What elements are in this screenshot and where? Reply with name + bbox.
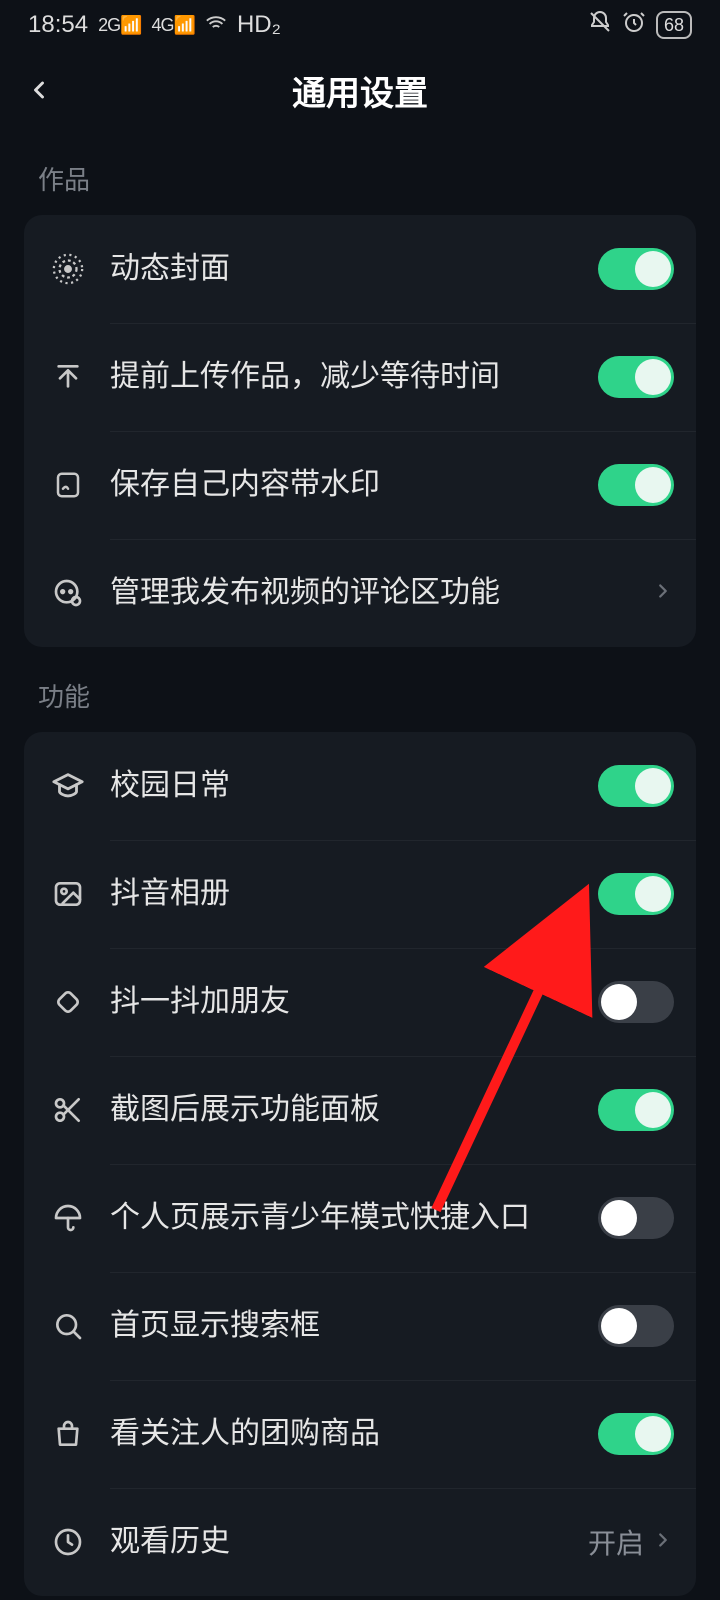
- row-watermark[interactable]: 保存自己内容带水印: [24, 431, 696, 539]
- row-label: 管理我发布视频的评论区功能: [90, 573, 652, 614]
- row-label: 提前上传作品，减少等待时间: [90, 357, 598, 398]
- target-icon: [46, 252, 90, 286]
- row-label: 首页显示搜索框: [90, 1306, 598, 1347]
- header: 通用设置: [0, 50, 720, 130]
- signal-2: 4G📶: [152, 15, 195, 36]
- battery-indicator: 68: [656, 11, 692, 39]
- row-label: 保存自己内容带水印: [90, 465, 598, 506]
- toggle-watermark[interactable]: [598, 464, 674, 506]
- wifi-icon: [205, 12, 227, 39]
- toggle-shake-friend[interactable]: [598, 981, 674, 1023]
- toggle-home-search[interactable]: [598, 1305, 674, 1347]
- toggle-douyin-album[interactable]: [598, 873, 674, 915]
- chevron-right-icon: [652, 580, 674, 607]
- mute-icon: [588, 10, 612, 41]
- row-shake-friend[interactable]: 抖一抖加朋友: [24, 948, 696, 1056]
- toggle-campus-daily[interactable]: [598, 765, 674, 807]
- umbrella-icon: [46, 1202, 90, 1234]
- row-campus-daily[interactable]: 校园日常: [24, 732, 696, 840]
- row-label: 看关注人的团购商品: [90, 1414, 598, 1455]
- photo-icon: [46, 470, 90, 500]
- signal-1: 2G📶: [98, 15, 141, 36]
- row-watch-history[interactable]: 观看历史 开启: [24, 1488, 696, 1596]
- bag-icon: [46, 1418, 90, 1450]
- row-label: 抖音相册: [90, 874, 598, 915]
- scissors-icon: [46, 1094, 90, 1126]
- row-group-buy[interactable]: 看关注人的团购商品: [24, 1380, 696, 1488]
- back-button[interactable]: [14, 65, 64, 115]
- hd-indicator: HD₂: [237, 11, 281, 39]
- toggle-group-buy[interactable]: [598, 1413, 674, 1455]
- upload-icon: [46, 361, 90, 393]
- toggle-screenshot-panel[interactable]: [598, 1089, 674, 1131]
- status-time: 18:54: [28, 11, 88, 39]
- rotate-icon: [46, 986, 90, 1018]
- section-title-features: 功能: [0, 647, 720, 732]
- row-dynamic-cover[interactable]: 动态封面: [24, 215, 696, 323]
- row-preupload[interactable]: 提前上传作品，减少等待时间: [24, 323, 696, 431]
- row-douyin-album[interactable]: 抖音相册: [24, 840, 696, 948]
- toggle-dynamic-cover[interactable]: [598, 248, 674, 290]
- status-bar: 18:54 2G📶 4G📶 HD₂ 68: [0, 0, 720, 50]
- row-home-search[interactable]: 首页显示搜索框: [24, 1272, 696, 1380]
- section-card-works: 动态封面 提前上传作品，减少等待时间 保存自己内容带水印 管理我发布视频的评论区…: [24, 215, 696, 647]
- section-card-features: 校园日常 抖音相册 抖一抖加朋友 截图后展示功能面板 个人页展示青少年模式快捷入…: [24, 732, 696, 1596]
- page-title: 通用设置: [0, 66, 720, 115]
- comment-gear-icon: [46, 577, 90, 609]
- row-label: 校园日常: [90, 766, 598, 807]
- toggle-teen-mode-shortcut[interactable]: [598, 1197, 674, 1239]
- toggle-preupload[interactable]: [598, 356, 674, 398]
- row-value: 开启: [588, 1522, 652, 1562]
- row-label: 抖一抖加朋友: [90, 982, 598, 1023]
- row-label: 个人页展示青少年模式快捷入口: [90, 1198, 598, 1239]
- row-screenshot-panel[interactable]: 截图后展示功能面板: [24, 1056, 696, 1164]
- image-icon: [46, 878, 90, 910]
- section-title-works: 作品: [0, 130, 720, 215]
- alarm-icon: [622, 10, 646, 41]
- search-icon: [46, 1310, 90, 1342]
- row-label: 动态封面: [90, 249, 598, 290]
- row-teen-mode-shortcut[interactable]: 个人页展示青少年模式快捷入口: [24, 1164, 696, 1272]
- row-label: 截图后展示功能面板: [90, 1090, 598, 1131]
- clock-icon: [46, 1526, 90, 1558]
- chevron-right-icon: [652, 1529, 674, 1556]
- row-label: 观看历史: [90, 1522, 588, 1563]
- graduation-icon: [46, 769, 90, 803]
- row-manage-comments[interactable]: 管理我发布视频的评论区功能: [24, 539, 696, 647]
